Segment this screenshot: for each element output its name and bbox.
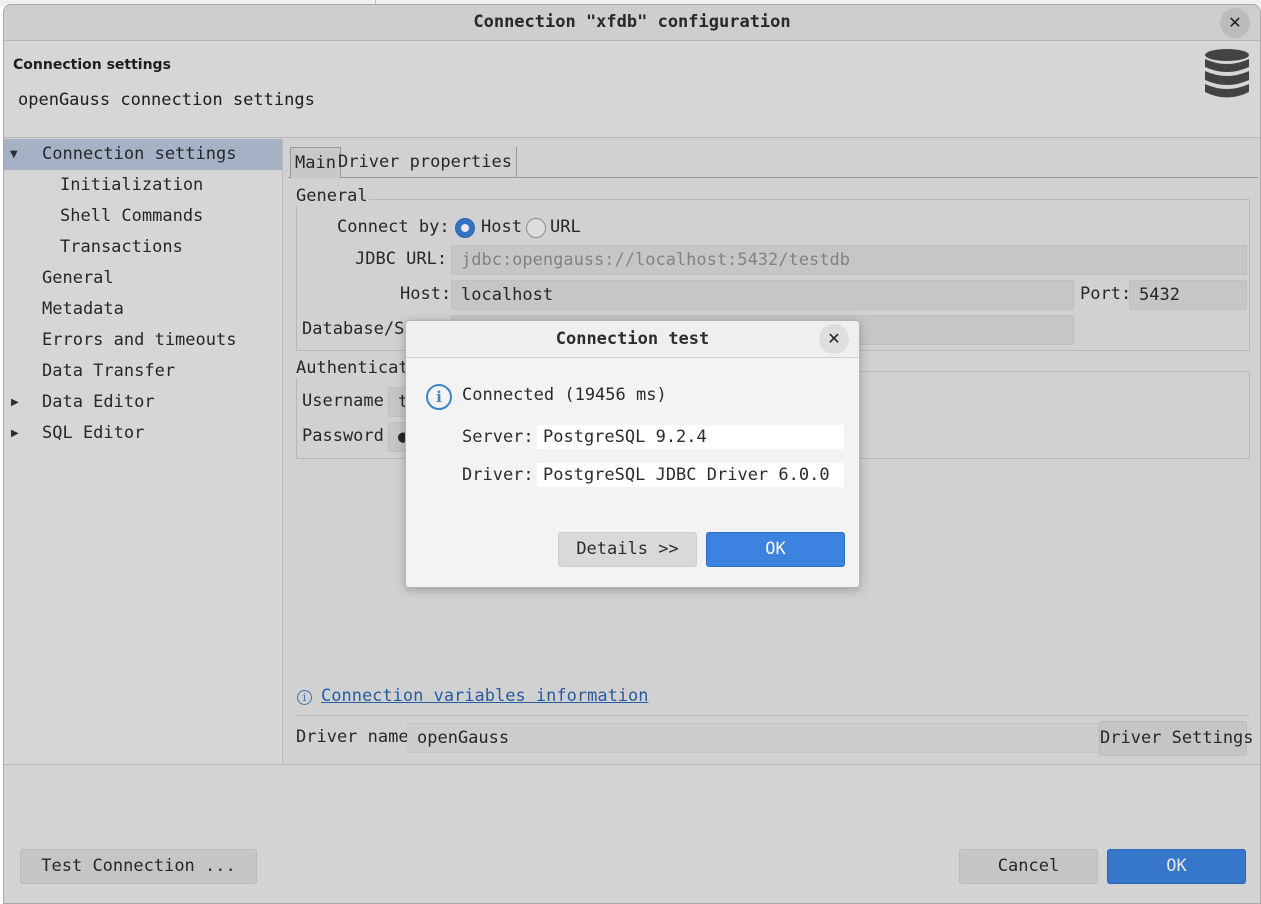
nav-item-label: Data Editor: [42, 392, 155, 412]
nav-item-metadata[interactable]: Metadata: [42, 294, 124, 325]
dialog-title: Connection "xfdb" configuration: [473, 12, 791, 32]
expand-right-icon[interactable]: ▶: [11, 418, 19, 449]
separator: [296, 715, 1250, 716]
dialog-button-bar: Test Connection ... Cancel OK: [4, 764, 1260, 903]
nav-item-general[interactable]: General: [42, 263, 114, 294]
close-icon[interactable]: ✕: [819, 324, 849, 354]
connection-result-message: Connected (19456 ms): [462, 385, 667, 405]
cancel-button[interactable]: Cancel: [959, 849, 1098, 884]
nav-item-shell-commands[interactable]: Shell Commands: [60, 201, 203, 232]
jdbc-url-field[interactable]: jdbc:opengauss://localhost:5432/testdb: [451, 245, 1247, 275]
radio-host[interactable]: [455, 218, 475, 238]
modal-ok-button[interactable]: OK: [706, 532, 845, 567]
settings-header: Connection settings openGauss connection…: [4, 41, 1260, 138]
nav-item-initialization[interactable]: Initialization: [60, 170, 203, 201]
port-field[interactable]: 5432: [1129, 280, 1247, 310]
nav-item-data-transfer[interactable]: Data Transfer: [42, 356, 175, 387]
expand-right-icon[interactable]: ▶: [11, 387, 19, 418]
close-icon[interactable]: ✕: [1220, 8, 1250, 38]
jdbc-url-label: JDBC URL:: [355, 249, 448, 269]
nav-item-data-editor[interactable]: ▶ Data Editor: [4, 387, 282, 418]
radio-url[interactable]: [526, 218, 546, 238]
server-value: PostgreSQL 9.2.4: [537, 425, 844, 449]
expand-down-icon[interactable]: ▼: [10, 139, 18, 170]
host-field[interactable]: localhost: [451, 280, 1074, 310]
tab-driver-properties[interactable]: Driver properties: [334, 147, 517, 178]
info-icon: i: [426, 384, 452, 410]
radio-host-label[interactable]: Host: [481, 217, 522, 237]
modal-titlebar: Connection test ✕: [406, 321, 859, 358]
database-icon: [1205, 49, 1249, 98]
connection-variables-link[interactable]: Connection variables information: [321, 686, 649, 706]
connect-by-label: Connect by:: [337, 217, 450, 237]
host-label: Host:: [400, 284, 452, 304]
driver-settings-button[interactable]: Driver Settings: [1099, 721, 1254, 756]
username-label: Username:: [302, 391, 395, 411]
settings-navigation-tree: ▼ Connection settings Initialization She…: [4, 139, 283, 764]
general-group-label: General: [295, 186, 369, 206]
info-icon: i: [297, 690, 312, 705]
nav-item-connection-settings[interactable]: ▼ Connection settings: [4, 139, 282, 170]
password-label: Password:: [302, 426, 395, 446]
nav-item-sql-editor[interactable]: ▶ SQL Editor: [4, 418, 282, 449]
nav-item-errors-timeouts[interactable]: Errors and timeouts: [42, 325, 236, 356]
driver-name-field[interactable]: openGauss: [407, 723, 1099, 753]
driver-value: PostgreSQL JDBC Driver 6.0.0: [537, 463, 844, 487]
driver-name-label: Driver name:: [296, 727, 419, 747]
radio-url-label[interactable]: URL: [550, 217, 581, 237]
ok-button[interactable]: OK: [1107, 849, 1246, 884]
nav-item-label: SQL Editor: [42, 423, 145, 443]
server-label: Server:: [462, 427, 534, 447]
header-title: Connection settings: [13, 57, 171, 73]
details-button[interactable]: Details >>: [558, 532, 697, 567]
dialog-titlebar: Connection "xfdb" configuration ✕: [4, 5, 1260, 41]
header-subtitle: openGauss connection settings: [18, 90, 315, 110]
port-label: Port:: [1080, 284, 1132, 304]
modal-title: Connection test: [555, 329, 710, 349]
connection-test-dialog: Connection test ✕ i Connected (19456 ms)…: [405, 320, 860, 588]
test-connection-button[interactable]: Test Connection ...: [20, 849, 257, 884]
nav-item-label: Connection settings: [42, 144, 237, 164]
modal-body: i Connected (19456 ms) Server: PostgreSQ…: [406, 358, 859, 587]
driver-label: Driver:: [462, 465, 534, 485]
nav-item-transactions[interactable]: Transactions: [60, 232, 183, 263]
